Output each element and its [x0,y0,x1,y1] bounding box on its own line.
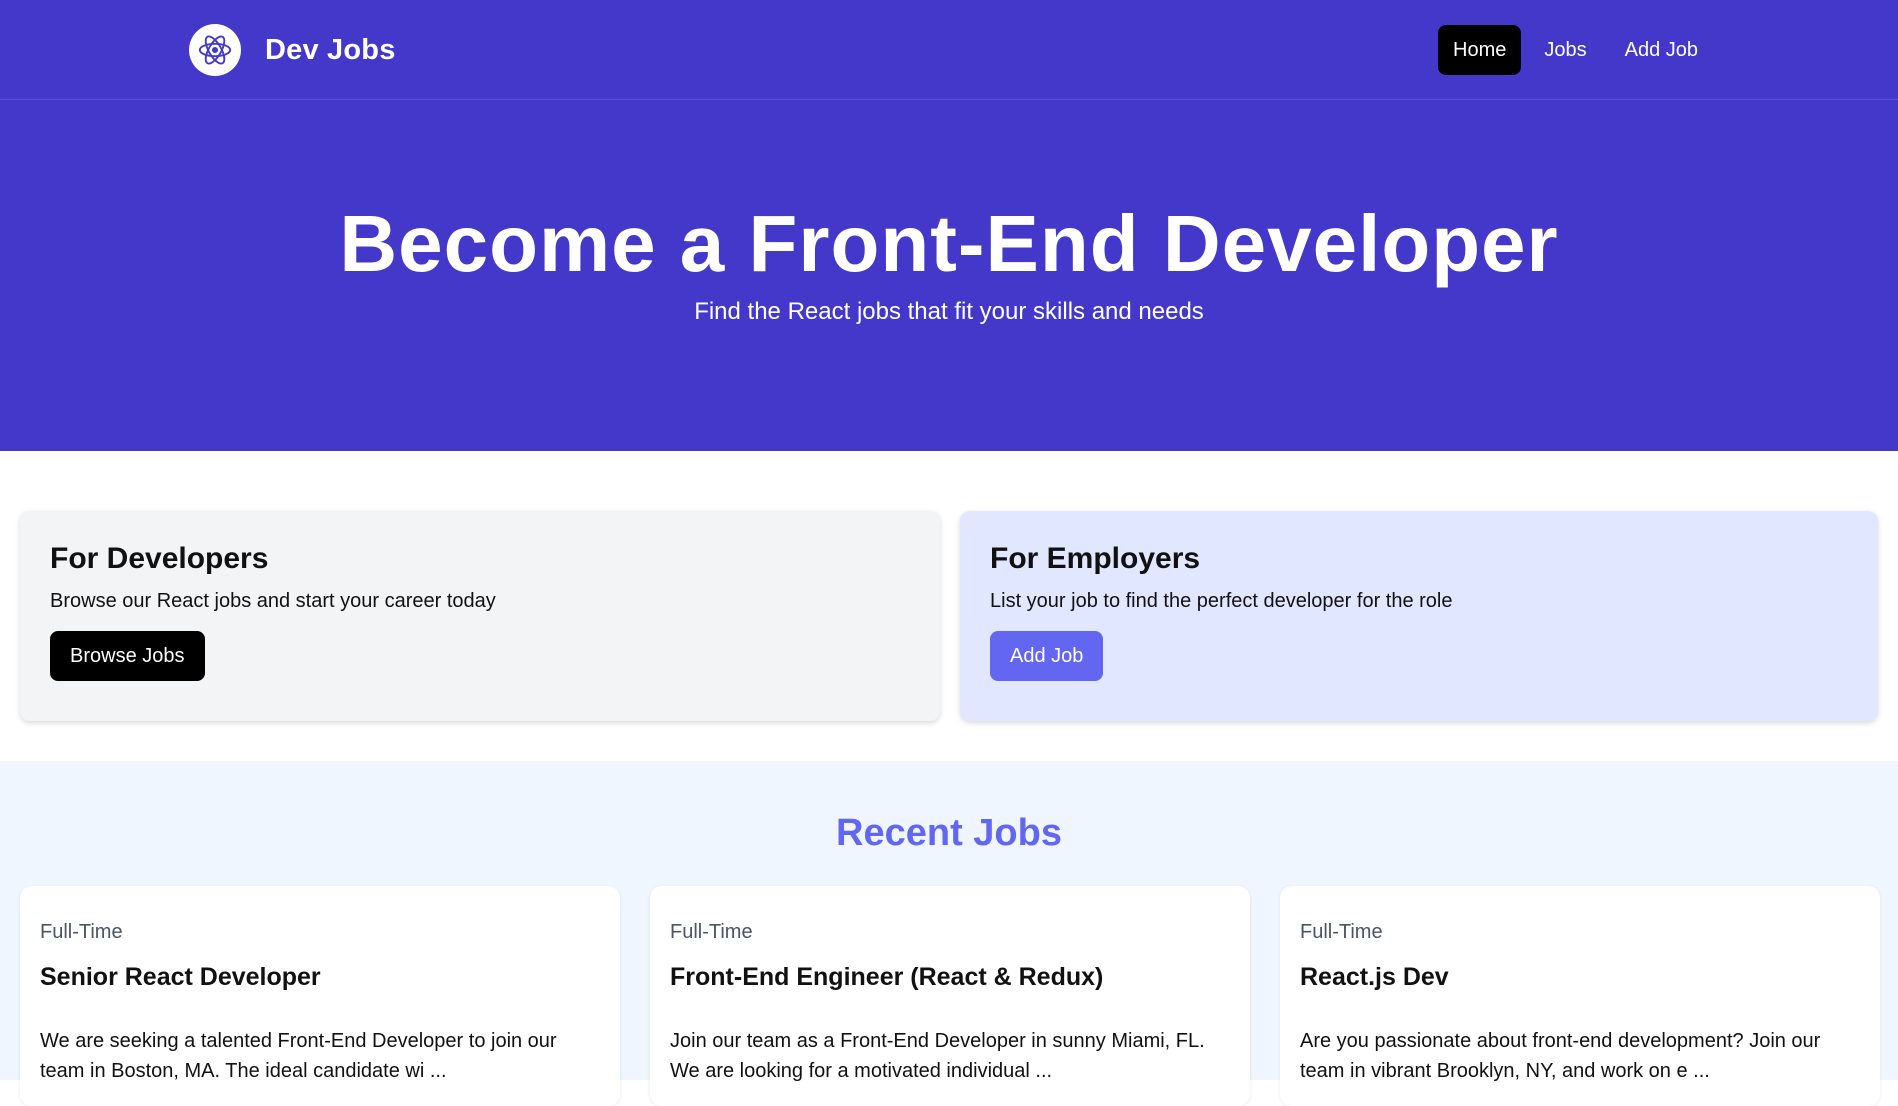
job-description: We are seeking a talented Front-End Deve… [40,1030,557,1082]
employers-card-text: List your job to find the perfect develo… [990,590,1453,612]
job-type: Full-Time [40,921,123,943]
job-card: Full-Time Senior React Developer We are … [20,886,620,1106]
job-title[interactable]: Front-End Engineer (React & Redux) [670,962,1230,992]
job-description: Are you passionate about front-end devel… [1300,1030,1821,1082]
hero-section: Become a Front-End Developer Find the Re… [0,100,1898,451]
job-title[interactable]: Senior React Developer [40,962,600,992]
job-title[interactable]: React.js Dev [1300,962,1860,992]
employers-card: For Employers List your job to find the … [960,511,1878,721]
brand-title: Dev Jobs [265,33,396,66]
react-atom-icon [189,24,241,76]
navbar: Dev Jobs Home Jobs Add Job [0,0,1898,100]
recent-jobs-heading: Recent Jobs [836,812,1062,854]
hero-title: Become a Front-End Developer [339,199,1559,288]
browse-jobs-button[interactable]: Browse Jobs [50,631,205,681]
developers-card-title: For Developers [50,542,269,575]
employers-card-title: For Employers [990,542,1201,575]
developers-card-text: Browse our React jobs and start your car… [50,590,496,612]
nav-link-home[interactable]: Home [1438,25,1522,75]
brand-link[interactable]: Dev Jobs [189,24,396,76]
nav-links: Home Jobs Add Job [1438,25,1713,75]
job-card: Full-Time React.js Dev Are you passionat… [1280,886,1880,1106]
recent-jobs-section: Recent Jobs Full-Time Senior React Devel… [0,761,1898,1106]
job-card: Full-Time Front-End Engineer (React & Re… [650,886,1250,1106]
nav-link-add-job[interactable]: Add Job [1610,25,1713,75]
hero-subtitle: Find the React jobs that fit your skills… [694,298,1204,325]
nav-link-jobs[interactable]: Jobs [1529,25,1601,75]
job-description: Join our team as a Front-End Developer i… [670,1030,1205,1082]
job-type: Full-Time [670,921,753,943]
job-type: Full-Time [1300,921,1383,943]
developers-card: For Developers Browse our React jobs and… [20,511,940,721]
add-job-button[interactable]: Add Job [990,631,1104,681]
audience-cards-section: For Developers Browse our React jobs and… [0,451,1898,761]
